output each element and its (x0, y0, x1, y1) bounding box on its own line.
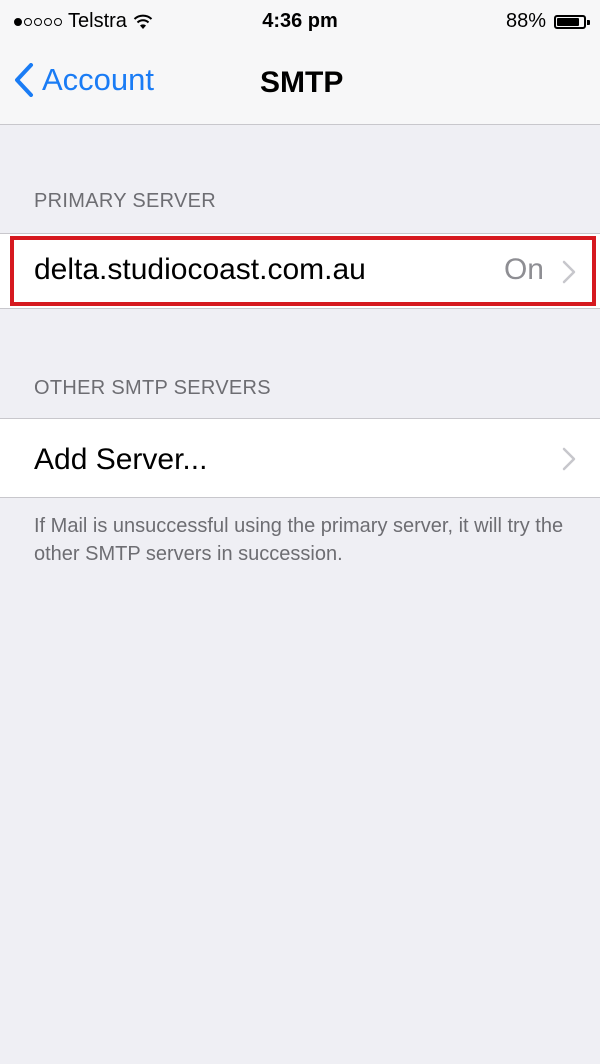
navigation-bar: Account SMTP (0, 40, 600, 125)
footer-note: If Mail is unsuccessful using the primar… (34, 515, 564, 565)
back-button[interactable]: Account (14, 62, 154, 98)
status-right: 88% (505, 10, 590, 33)
chevron-left-icon (15, 63, 33, 97)
add-server-row[interactable]: Add Server... (0, 418, 600, 498)
status-bar: Telstra 4:36 pm 88% (0, 0, 600, 40)
battery-icon (554, 14, 590, 29)
chevron-right-icon (562, 447, 576, 471)
primary-server-status: On (503, 253, 544, 286)
primary-server-header: PRIMARY SERVER (34, 190, 217, 212)
add-server-label: Add Server... (34, 443, 208, 476)
primary-server-name: delta.studiocoast.com.au (34, 253, 366, 286)
primary-server-row[interactable]: delta.studiocoast.com.au On (0, 233, 600, 309)
battery-percentage: 88% (505, 10, 546, 32)
chevron-right-icon (562, 260, 576, 284)
page-title: SMTP (260, 66, 344, 99)
other-servers-header: OTHER SMTP SERVERS (34, 377, 271, 399)
back-button-label: Account (42, 62, 155, 97)
